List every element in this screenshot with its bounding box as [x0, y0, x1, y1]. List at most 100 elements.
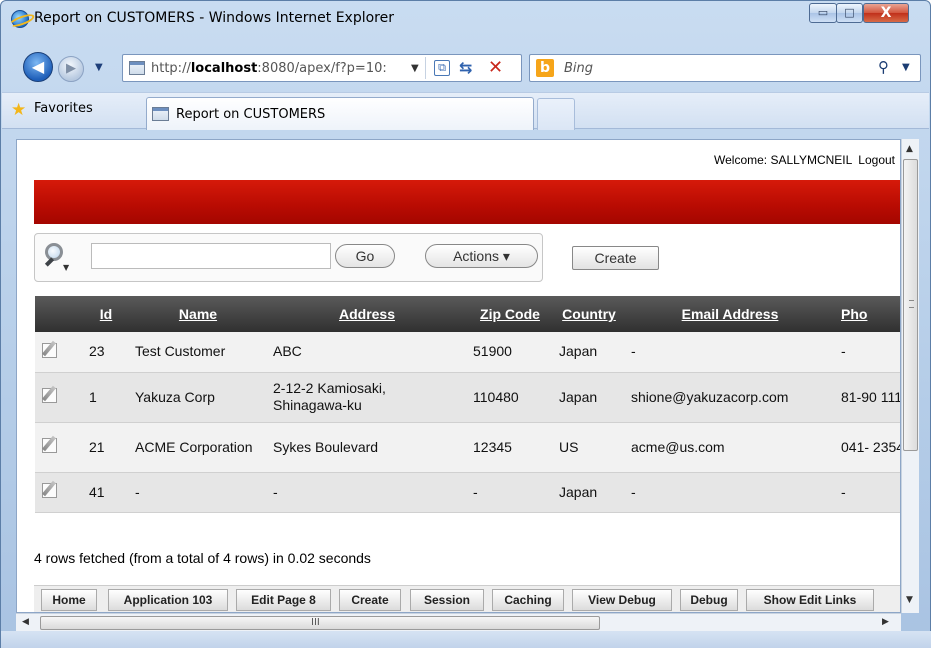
rows-fetched-summary: 4 rows fetched (from a total of 4 rows) …: [34, 550, 371, 566]
edit-row-cell[interactable]: [35, 472, 83, 513]
scroll-down-arrow-icon[interactable]: ▼: [906, 595, 913, 605]
favorites-bar: ★ Favorites Report on CUSTOMERS: [2, 92, 929, 130]
edit-pencil-icon[interactable]: [41, 436, 59, 454]
column-header-name[interactable]: Name: [129, 296, 267, 332]
edit-pencil-icon[interactable]: [41, 481, 59, 499]
cell-email: shione@yakuzacorp.com: [625, 372, 835, 423]
minimize-button[interactable]: ▭: [809, 3, 837, 23]
column-header-id[interactable]: Id: [83, 296, 129, 332]
column-header-phone[interactable]: Pho: [835, 296, 900, 332]
create-button[interactable]: Create: [572, 246, 659, 270]
internet-explorer-icon: [11, 10, 29, 28]
cell-phone: 041- 2354: [835, 422, 900, 473]
cell-country: Japan: [553, 472, 625, 513]
cell-email: acme@us.com: [625, 422, 835, 473]
forward-button[interactable]: ▶: [58, 56, 84, 82]
column-header-zip-code[interactable]: Zip Code: [467, 296, 553, 332]
dev-caching-button[interactable]: Caching: [492, 589, 564, 611]
horizontal-scrollbar[interactable]: ◀ III ▶: [16, 613, 901, 631]
application-header-bar: [34, 180, 900, 224]
cell-zip: 51900: [467, 332, 553, 373]
dev-edit-page-button[interactable]: Edit Page 8: [236, 589, 331, 611]
cell-name: Yakuza Corp: [129, 372, 267, 423]
search-placeholder[interactable]: Bing: [564, 61, 593, 76]
cell-id: 1: [83, 372, 129, 423]
cell-phone: 81-90 1111: [835, 372, 900, 423]
magnifier-handle: [44, 257, 55, 267]
new-tab-button[interactable]: [537, 98, 575, 130]
dev-create-button[interactable]: Create: [339, 589, 401, 611]
table-row: 23 Test Customer ABC 51900 Japan - -: [35, 332, 900, 373]
cell-email: -: [625, 472, 835, 513]
compatibility-view-icon[interactable]: ⧉: [434, 60, 450, 76]
url-path: :8080/apex/f?p=10:: [257, 61, 387, 76]
actions-menu-button[interactable]: Actions ▾: [425, 244, 538, 268]
logout-link[interactable]: Logout: [858, 153, 895, 167]
url-text[interactable]: http://localhost:8080/apex/f?p=10:: [151, 61, 387, 76]
cell-country: US: [553, 422, 625, 473]
window-title: Report on CUSTOMERS - Windows Internet E…: [34, 10, 394, 26]
edit-pencil-icon[interactable]: [41, 386, 59, 404]
cell-address: -: [267, 472, 467, 513]
vertical-scroll-thumb[interactable]: [903, 159, 918, 451]
dev-home-button[interactable]: Home: [41, 589, 97, 611]
tab-title: Report on CUSTOMERS: [176, 107, 326, 122]
tab-page-icon: [152, 107, 169, 121]
search-box[interactable]: b Bing ⚲ ▼: [529, 54, 921, 82]
status-bar: [1, 631, 931, 648]
browser-window: Report on CUSTOMERS - Windows Internet E…: [0, 0, 931, 648]
tab-report-on-customers[interactable]: Report on CUSTOMERS: [146, 97, 534, 130]
report-search-input[interactable]: [91, 243, 331, 269]
edit-row-cell[interactable]: [35, 332, 83, 373]
back-button[interactable]: ◀: [23, 52, 53, 82]
developer-toolbar: Home Application 103 Edit Page 8 Create …: [34, 585, 900, 612]
cell-zip: -: [467, 472, 553, 513]
dev-application-button[interactable]: Application 103: [108, 589, 228, 611]
report-search-panel: ▼ Go Actions ▾: [34, 233, 543, 282]
edit-row-cell[interactable]: [35, 372, 83, 423]
recent-pages-dropdown-icon[interactable]: ▼: [95, 62, 103, 73]
edit-pencil-icon[interactable]: [41, 341, 59, 359]
cell-name: Test Customer: [129, 332, 267, 373]
address-dropdown-icon[interactable]: ▼: [411, 63, 419, 74]
cell-phone: -: [835, 332, 900, 373]
cell-country: Japan: [553, 372, 625, 423]
scroll-grip-icon: [909, 300, 914, 308]
scroll-right-arrow-icon[interactable]: ▶: [882, 617, 889, 627]
table-row: 21 ACME Corporation Sykes Boulevard 1234…: [35, 422, 900, 473]
dev-show-edit-links-button[interactable]: Show Edit Links: [746, 589, 874, 611]
close-button[interactable]: X: [863, 3, 909, 23]
column-header-email[interactable]: Email Address: [625, 296, 835, 332]
edit-row-cell[interactable]: [35, 422, 83, 473]
welcome-text: Welcome: SALLYMCNEIL: [714, 153, 853, 167]
search-icon[interactable]: ⚲: [878, 58, 889, 76]
stop-icon[interactable]: ✕: [488, 57, 503, 78]
table-row: 41 - - - Japan - -: [35, 472, 900, 513]
search-column-icon[interactable]: ▼: [43, 243, 73, 273]
column-header-address[interactable]: Address: [267, 296, 467, 332]
user-welcome: Welcome: SALLYMCNEIL Logout: [708, 153, 895, 167]
cell-address: Sykes Boulevard: [267, 422, 467, 473]
cell-zip: 110480: [467, 372, 553, 423]
scroll-up-arrow-icon[interactable]: ▲: [906, 144, 913, 154]
dev-session-button[interactable]: Session: [410, 589, 484, 611]
go-button[interactable]: Go: [335, 244, 395, 268]
bing-icon: b: [536, 59, 554, 77]
scroll-left-arrow-icon[interactable]: ◀: [22, 617, 29, 627]
dev-view-debug-button[interactable]: View Debug: [572, 589, 672, 611]
cell-id: 23: [83, 332, 129, 373]
maximize-button[interactable]: □: [836, 3, 863, 23]
refresh-icon[interactable]: ⇆: [459, 58, 472, 77]
page-icon: [129, 61, 145, 75]
horizontal-scroll-thumb[interactable]: III: [40, 616, 600, 630]
favorites-button[interactable]: Favorites: [34, 101, 93, 116]
magnifier-lens: [45, 243, 63, 261]
vertical-scrollbar[interactable]: ▲ ▼: [901, 139, 919, 613]
dev-debug-button[interactable]: Debug: [680, 589, 738, 611]
column-header-country[interactable]: Country: [553, 296, 625, 332]
favorites-star-icon[interactable]: ★: [11, 100, 26, 120]
address-divider: [425, 57, 426, 79]
cell-address: 2-12-2 Kamiosaki, Shinagawa-ku: [267, 372, 467, 423]
address-bar[interactable]: http://localhost:8080/apex/f?p=10: ▼ ⧉ ⇆…: [122, 54, 522, 82]
search-options-dropdown-icon[interactable]: ▼: [902, 62, 910, 73]
